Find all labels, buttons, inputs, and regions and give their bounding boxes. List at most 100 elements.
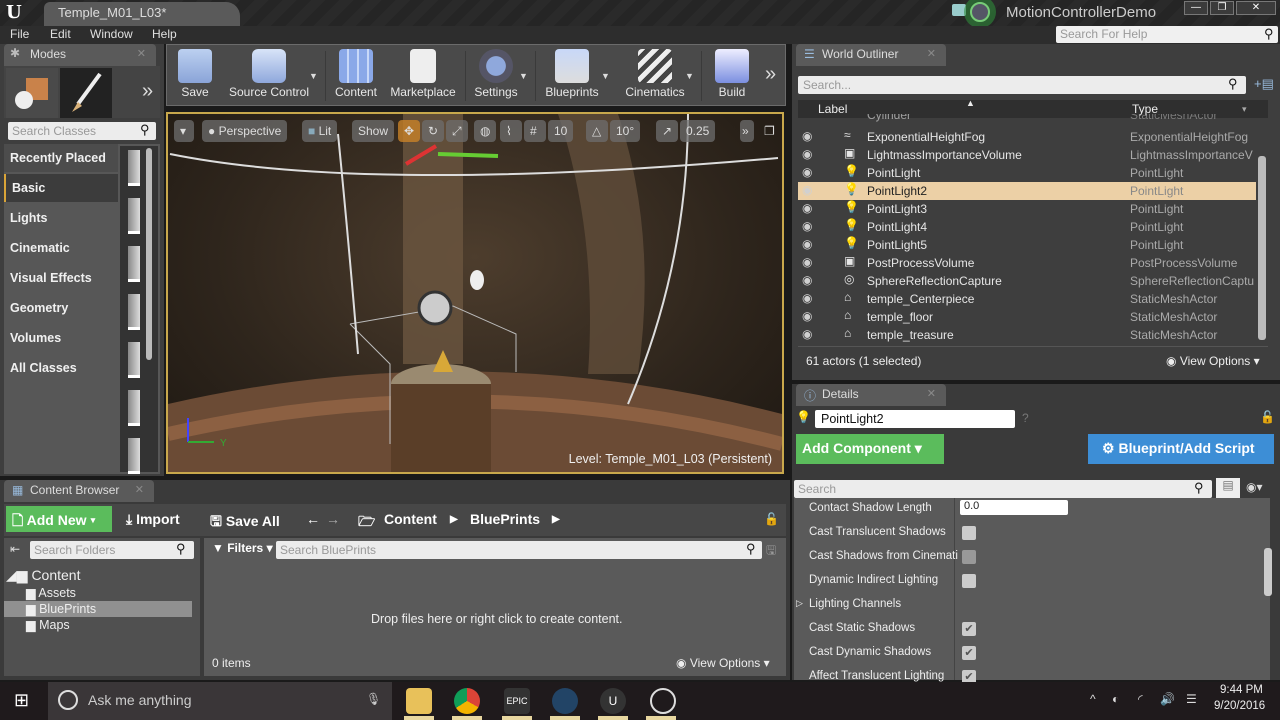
folder-assets[interactable]: ▆ Assets: [26, 585, 76, 600]
visibility-filter-icon[interactable]: ◉▾: [1246, 480, 1263, 494]
source-control-button[interactable]: Source Control: [225, 47, 313, 105]
folder-maps[interactable]: ▆ Maps: [26, 617, 70, 632]
menu-edit[interactable]: Edit: [50, 27, 71, 41]
rotation-snap-value[interactable]: 10°: [610, 120, 641, 142]
scale-snap-value[interactable]: 0.25: [680, 120, 716, 142]
menu-file[interactable]: File: [10, 27, 29, 41]
more-modes-icon[interactable]: »: [142, 80, 153, 103]
unreal-editor-icon[interactable]: U: [600, 688, 626, 714]
expand-arrow-icon[interactable]: ▷: [796, 598, 803, 609]
grid-snap-value[interactable]: 10: [548, 120, 574, 142]
details-scrollbar[interactable]: [1264, 548, 1272, 596]
action-center-icon[interactable]: ☰: [1186, 692, 1197, 706]
outliner-scrollbar[interactable]: [1258, 156, 1266, 340]
actor-thumbnail[interactable]: [128, 150, 140, 186]
settings-button[interactable]: Settings: [469, 47, 523, 105]
breadcrumb-separator-icon[interactable]: ▶: [552, 514, 560, 525]
category-geometry[interactable]: Geometry: [4, 294, 118, 322]
actor-thumbnail[interactable]: [128, 342, 140, 378]
close-icon[interactable]: ✕: [137, 47, 146, 60]
back-button[interactable]: ←: [306, 511, 320, 527]
outliner-search-input[interactable]: Search...: [798, 76, 1246, 94]
blueprints-button[interactable]: Blueprints: [541, 47, 603, 105]
build-button[interactable]: Build: [707, 47, 757, 105]
visibility-eye-icon[interactable]: ◉: [802, 327, 812, 341]
viewport-overflow-button[interactable]: »: [740, 120, 754, 142]
collapse-tree-icon[interactable]: ⇤: [10, 542, 20, 556]
save-all-button[interactable]: 🖫 Save All: [210, 511, 280, 535]
world-space-icon[interactable]: ◍: [474, 120, 496, 142]
show-button[interactable]: Show: [352, 120, 395, 142]
actor-thumbnail[interactable]: [128, 390, 140, 426]
grid-snap-icon[interactable]: #: [524, 120, 546, 142]
table-row[interactable]: ◉ ▣ PostProcessVolume PostProcessVolume: [798, 254, 1256, 272]
search-folders-input[interactable]: Search Folders: [30, 541, 194, 559]
table-row[interactable]: ◉ 💡 PointLight5 PointLight: [798, 236, 1256, 254]
obs-icon[interactable]: [650, 688, 676, 714]
cortana-search-input[interactable]: Ask me anything: [48, 682, 392, 720]
clock-time[interactable]: 9:44 PM: [1220, 684, 1263, 696]
scale-tool-icon[interactable]: ⤢: [446, 120, 468, 142]
minimize-button[interactable]: —: [1184, 1, 1208, 15]
folder-open-icon[interactable]: 🗁: [358, 511, 375, 535]
lighting-mode-button[interactable]: ■ Lit: [302, 120, 338, 142]
add-new-button[interactable]: 🗋 Add New ▾: [6, 506, 112, 532]
property-checkbox[interactable]: ✔: [962, 622, 976, 636]
folder-blueprints[interactable]: ▆ BluePrints: [4, 601, 192, 617]
help-search-input[interactable]: Search For Help: [1056, 26, 1278, 43]
forward-button[interactable]: →: [326, 511, 340, 527]
table-row[interactable]: ◉ ⌂ temple_Centerpiece StaticMeshActor: [798, 290, 1256, 308]
world-outliner-tab[interactable]: ☰ World Outliner ✕: [796, 44, 946, 66]
filters-button[interactable]: ▼ Filters ▾: [212, 541, 273, 555]
actor-thumbnail[interactable]: [128, 198, 140, 234]
details-search-input[interactable]: Search: [794, 480, 1212, 498]
rotation-snap-icon[interactable]: △: [586, 120, 608, 142]
breadcrumb-separator-icon[interactable]: ▶: [450, 514, 458, 525]
menu-help[interactable]: Help: [152, 27, 177, 41]
visibility-eye-icon[interactable]: ◉: [802, 237, 812, 251]
property-number-input[interactable]: 0.0: [960, 500, 1068, 515]
lock-icon[interactable]: 🔓: [764, 512, 779, 526]
property-checkbox[interactable]: ✔: [962, 646, 976, 660]
actor-name-input[interactable]: PointLight2: [815, 410, 1015, 428]
category-all-classes[interactable]: All Classes: [4, 354, 118, 382]
save-search-icon[interactable]: 🖫: [766, 541, 776, 562]
save-button[interactable]: Save: [173, 47, 217, 105]
chevron-down-icon[interactable]: ▼: [519, 71, 528, 81]
property-matrix-icon[interactable]: ▤: [1216, 478, 1240, 498]
breadcrumb-content[interactable]: Content: [384, 511, 437, 527]
steam-icon[interactable]: ◐: [1112, 692, 1119, 706]
details-tab[interactable]: ⓘ Details ✕: [796, 384, 946, 406]
actor-thumbnail[interactable]: [128, 438, 140, 474]
folder-content[interactable]: ◢▆ Content: [6, 567, 80, 584]
visibility-eye-icon[interactable]: ◉: [802, 291, 812, 305]
place-mode-button[interactable]: [6, 68, 58, 118]
category-cinematic[interactable]: Cinematic: [4, 234, 118, 262]
view-mode-button[interactable]: ● Perspective: [202, 120, 288, 142]
visibility-eye-icon[interactable]: ◉: [802, 309, 812, 323]
visibility-eye-icon[interactable]: ◉: [802, 219, 812, 233]
chevron-down-icon[interactable]: ▼: [601, 71, 610, 81]
windows-start-icon[interactable]: ⊞: [14, 690, 29, 711]
table-row[interactable]: ◉ ⌂ temple_treasure StaticMeshActor: [798, 326, 1256, 344]
help-icon[interactable]: ?: [1022, 411, 1029, 425]
visibility-eye-icon[interactable]: ◉: [802, 255, 812, 269]
chrome-icon[interactable]: [454, 688, 480, 714]
breadcrumb-blueprints[interactable]: BluePrints: [470, 511, 540, 527]
unreal-logo-icon[interactable]: U: [6, 2, 30, 24]
property-checkbox[interactable]: [962, 550, 976, 564]
table-row[interactable]: ◉ ◎ SphereReflectionCapture SphereReflectio…: [798, 272, 1256, 290]
close-icon[interactable]: ✕: [135, 483, 144, 496]
menu-window[interactable]: Window: [90, 27, 133, 41]
category-basic[interactable]: Basic: [4, 174, 118, 202]
category-volumes[interactable]: Volumes: [4, 324, 118, 352]
close-button[interactable]: ✕: [1236, 1, 1276, 15]
property-checkbox[interactable]: [962, 526, 976, 540]
table-row[interactable]: ◉ ⌂ temple_floor StaticMeshActor: [798, 308, 1256, 326]
scrollbar[interactable]: [146, 148, 152, 360]
toolbar-overflow-button[interactable]: »: [765, 63, 776, 86]
level-viewport[interactable]: Y ▾ ● Perspective ■ Lit Show ✥ ↻ ⤢ ◍ ⌇ #…: [166, 112, 784, 474]
show-hidden-icons-icon[interactable]: ^: [1090, 692, 1096, 706]
create-folder-icon[interactable]: +▤: [1254, 76, 1274, 92]
visibility-eye-icon[interactable]: ◉: [802, 165, 812, 179]
